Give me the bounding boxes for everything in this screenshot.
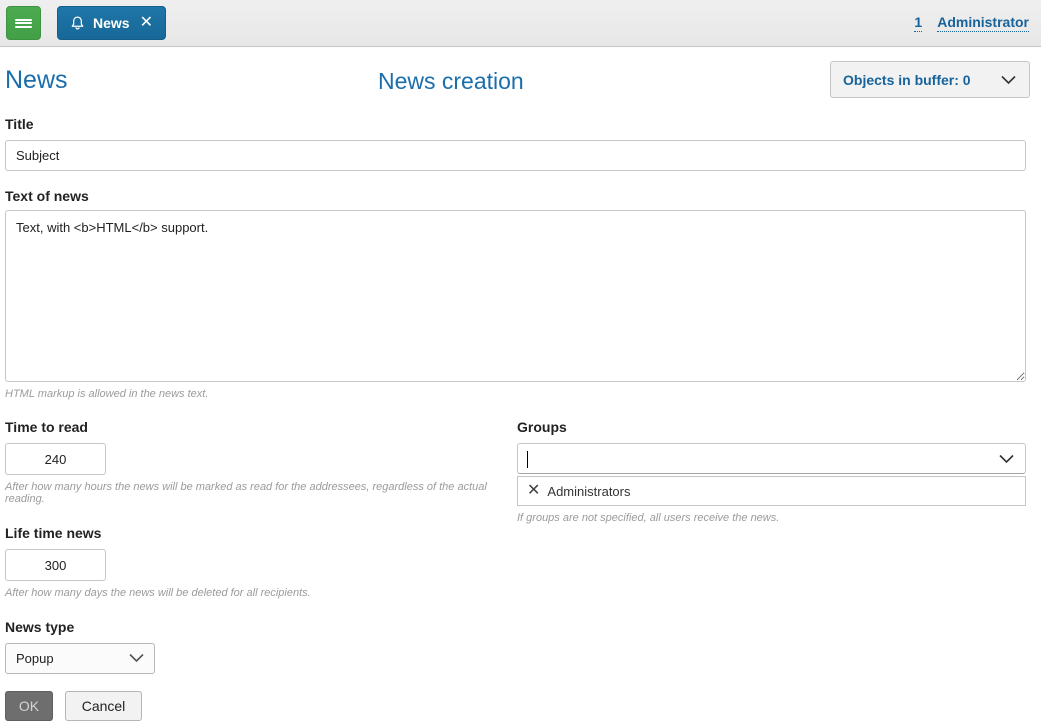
objects-in-buffer-label: Objects in buffer: 0 bbox=[843, 72, 971, 88]
right-column: Groups ✕ Administrators If groups are no… bbox=[517, 419, 1026, 721]
current-user-link[interactable]: Administrator bbox=[937, 14, 1029, 32]
top-bar: News ✕ 1 Administrator bbox=[0, 0, 1041, 47]
cancel-button[interactable]: Cancel bbox=[65, 691, 142, 721]
time-to-read-input[interactable] bbox=[5, 443, 106, 475]
user-area: 1 Administrator bbox=[914, 14, 1029, 32]
selected-group-name: Administrators bbox=[547, 484, 630, 499]
groups-hint: If groups are not specified, all users r… bbox=[517, 512, 1026, 524]
objects-in-buffer-dropdown[interactable]: Objects in buffer: 0 bbox=[830, 61, 1030, 98]
form-title: News creation bbox=[378, 68, 524, 95]
menu-button[interactable] bbox=[6, 6, 41, 40]
time-to-read-hint: After how many hours the news will be ma… bbox=[5, 481, 512, 505]
tab-close-icon[interactable]: ✕ bbox=[140, 15, 153, 31]
life-time-label: Life time news bbox=[5, 525, 512, 541]
groups-combobox[interactable] bbox=[517, 443, 1026, 474]
news-type-select[interactable]: Popup bbox=[5, 643, 155, 674]
left-column: Time to read After how many hours the ne… bbox=[5, 419, 512, 721]
news-type-label: News type bbox=[5, 619, 512, 635]
page-title: News bbox=[5, 66, 68, 95]
text-hint: HTML markup is allowed in the news text. bbox=[5, 388, 1026, 400]
remove-group-icon[interactable]: ✕ bbox=[527, 483, 540, 499]
chevron-down-icon bbox=[1000, 74, 1017, 86]
tab-news[interactable]: News ✕ bbox=[57, 6, 166, 40]
header-row: News News creation Objects in buffer: 0 bbox=[0, 61, 1041, 103]
tab-news-label: News bbox=[93, 15, 130, 31]
form-buttons: OK Cancel bbox=[5, 691, 512, 721]
bell-icon bbox=[70, 15, 85, 31]
time-to-read-label: Time to read bbox=[5, 419, 512, 435]
text-of-news-label: Text of news bbox=[5, 188, 1026, 204]
session-count-link[interactable]: 1 bbox=[914, 14, 922, 32]
life-time-hint: After how many days the news will be del… bbox=[5, 587, 512, 599]
title-label: Title bbox=[5, 116, 1026, 132]
chevron-down-icon[interactable] bbox=[998, 453, 1015, 465]
news-type-select-wrap: Popup bbox=[5, 643, 155, 674]
text-caret bbox=[527, 451, 528, 468]
hamburger-icon bbox=[15, 17, 32, 29]
news-text-textarea[interactable]: Text, with <b>HTML</b> support. bbox=[5, 210, 1026, 382]
selected-group-row: ✕ Administrators bbox=[517, 476, 1026, 506]
ok-button[interactable]: OK bbox=[5, 691, 53, 721]
news-creation-form: Title Text of news Text, with <b>HTML</b… bbox=[0, 116, 1041, 721]
title-input[interactable] bbox=[5, 140, 1026, 171]
groups-label: Groups bbox=[517, 419, 1026, 435]
life-time-input[interactable] bbox=[5, 549, 106, 581]
